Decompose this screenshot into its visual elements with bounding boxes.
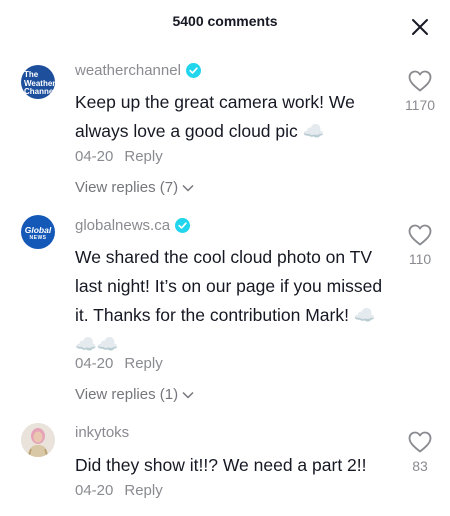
comment-meta: 04-20 Reply <box>75 482 163 499</box>
reply-button[interactable]: Reply <box>124 355 162 372</box>
comment-meta: 04-20 Reply <box>75 148 163 165</box>
comment-text: Keep up the great camera work! We always… <box>75 92 355 141</box>
verified-badge-icon <box>185 63 201 78</box>
comment-date: 04-20 <box>75 355 114 372</box>
comment-date: 04-20 <box>75 482 114 499</box>
avatar[interactable]: Global NEWS <box>21 215 55 249</box>
heart-icon[interactable] <box>408 431 432 453</box>
view-replies-button[interactable]: View replies (7) <box>75 179 195 196</box>
comment-text: We shared the cool cloud photo on TV las… <box>75 247 383 354</box>
like-count: 1170 <box>404 97 436 113</box>
comment-username[interactable]: weatherchannel <box>75 62 201 79</box>
chevron-down-icon <box>182 391 194 399</box>
comment-meta: 04-20 Reply <box>75 355 163 372</box>
verified-badge-icon <box>175 218 191 233</box>
heart-icon[interactable] <box>408 224 432 246</box>
comment-text: Did they show it!!? We need a part 2!! <box>75 455 367 475</box>
reply-button[interactable]: Reply <box>124 482 162 499</box>
avatar[interactable] <box>21 423 55 457</box>
comment-username[interactable]: globalnews.ca <box>75 217 191 234</box>
reply-button[interactable]: Reply <box>124 148 162 165</box>
close-icon[interactable] <box>408 15 432 39</box>
chevron-down-icon <box>182 184 194 192</box>
like-group: 110 <box>400 224 440 267</box>
like-count: 83 <box>412 458 428 474</box>
like-group: 1170 <box>400 70 440 113</box>
heart-icon[interactable] <box>408 70 432 92</box>
avatar[interactable]: The Weather Channel <box>21 65 55 99</box>
like-count: 110 <box>408 251 432 267</box>
user-portrait-icon <box>21 423 55 457</box>
like-group: 83 <box>400 431 440 474</box>
comment-username[interactable]: inkytoks <box>75 424 129 441</box>
view-replies-button[interactable]: View replies (1) <box>75 386 195 403</box>
comment-date: 04-20 <box>75 148 114 165</box>
comments-count-title: 5400 comments <box>172 13 278 29</box>
